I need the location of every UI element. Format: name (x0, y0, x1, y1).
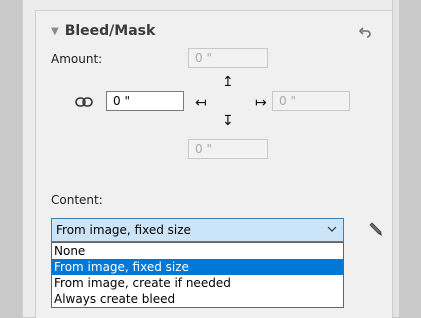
bleed-right-field[interactable]: 0 " (272, 91, 350, 111)
content-dropdown-list: None From image, fixed size From image, … (51, 242, 344, 308)
dropdown-option-none[interactable]: None (52, 243, 343, 259)
reset-arrow-icon[interactable] (358, 26, 372, 40)
section-title: Bleed/Mask (64, 23, 156, 39)
dropdown-option-always-create[interactable]: Always create bleed (52, 291, 343, 307)
dropdown-option-create-if-needed[interactable]: From image, create if needed (52, 275, 343, 291)
arrow-down-icon: ↧ (222, 113, 234, 129)
arrow-right-icon: ↦ (255, 95, 267, 111)
chain-link-icon[interactable] (75, 96, 93, 108)
content-label: Content: (51, 193, 103, 207)
bleed-top-field[interactable]: 0 " (188, 48, 268, 68)
arrow-left-icon: ↤ (195, 95, 207, 111)
bleed-left-field[interactable]: 0 " (106, 91, 184, 111)
pencil-icon[interactable] (367, 222, 383, 238)
arrow-up-icon: ↥ (222, 74, 234, 90)
dropdown-option-fixed-size[interactable]: From image, fixed size (52, 259, 343, 275)
chevron-down-icon[interactable] (327, 223, 337, 235)
bleed-bottom-field[interactable]: 0 " (188, 139, 268, 159)
bleed-mask-panel: ▼ Bleed/Mask Amount: 0 " 0 " ↥ ↤ ↦ ↧ 0 "… (35, 10, 392, 318)
content-select-value: From image, fixed size (56, 223, 191, 237)
section-header[interactable]: ▼ Bleed/Mask (51, 22, 155, 40)
triangle-down-icon[interactable]: ▼ (51, 26, 59, 37)
scrollbar-track[interactable] (392, 0, 399, 317)
amount-label: Amount: (51, 52, 103, 66)
content-select[interactable]: From image, fixed size (51, 218, 344, 242)
